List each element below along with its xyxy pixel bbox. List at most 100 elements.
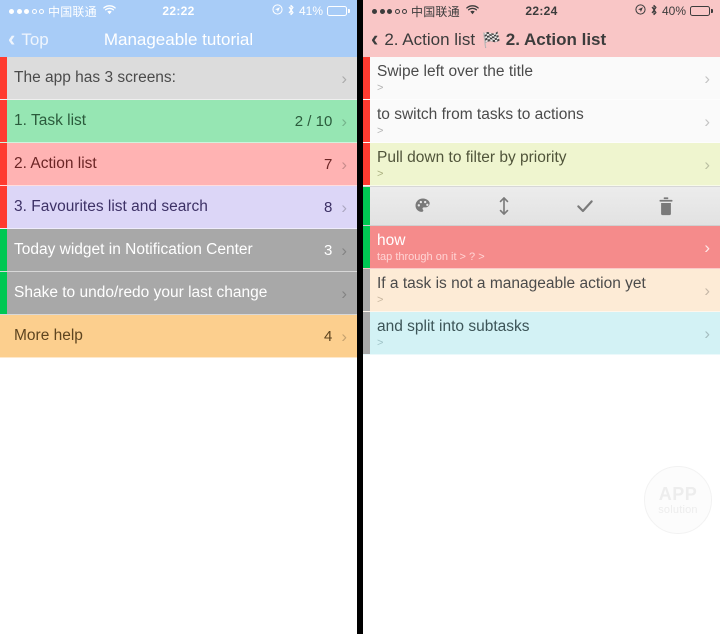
list-item-text: 2. Action list [14, 155, 324, 173]
signal-dot [394, 8, 400, 14]
left-phone-screen: 中国联通 22:22 41% ‹ Top Manageable tutorial… [0, 0, 357, 634]
list-item-text: 1. Task list [14, 112, 295, 130]
chevron-right-icon: › [341, 326, 347, 346]
list-item-accent-stripe [0, 272, 7, 314]
list-item[interactable]: Pull down to filter by priority > › [363, 143, 720, 186]
status-bar: 中国联通 22:24 40% [363, 0, 720, 22]
right-phone-screen: 中国联通 22:24 40% ‹ 2. Action list 🏁 2. Act… [363, 0, 720, 634]
list-item-value: 8 [323, 198, 333, 216]
chevron-right-icon: › [341, 197, 347, 217]
chevron-right-icon: › [704, 68, 710, 88]
reorder-arrows-icon[interactable] [484, 191, 524, 221]
chevron-right-icon: › [341, 283, 347, 303]
action-list-top: Swipe left over the title > › to switch fro… [363, 57, 720, 186]
chevron-right-icon: › [341, 111, 347, 131]
list-item-title: Shake to undo/redo your last change [14, 284, 268, 301]
chevron-right-icon: › [341, 154, 347, 174]
list-item-title: If a task is not a manageable action yet [377, 274, 646, 292]
chevron-right-icon: › [704, 237, 710, 257]
list-item-text: to switch from tasks to actions > [377, 100, 704, 142]
list-item-text: The app has 3 screens: [14, 69, 341, 87]
list-item[interactable]: Swipe left over the title > › [363, 57, 720, 100]
signal-dot [16, 8, 22, 14]
list-item[interactable]: Shake to undo/redo your last change › [0, 272, 357, 315]
list-item-accent-stripe [363, 57, 370, 99]
watermark-title: APP [658, 483, 698, 504]
signal-dot [31, 8, 37, 14]
list-item[interactable]: to switch from tasks to actions > › [363, 100, 720, 143]
list-item-accent-stripe [363, 269, 370, 311]
watermark-subtitle: solution [658, 503, 698, 516]
list-item-text: Swipe left over the title > [377, 57, 704, 99]
back-button[interactable]: ‹ 2. Action list [371, 27, 476, 50]
list-item-subtitle: > [377, 81, 384, 94]
dual-screenshot-container: 中国联通 22:22 41% ‹ Top Manageable tutorial… [0, 0, 720, 634]
list-item-subtitle: > [377, 167, 384, 180]
carrier-label: 中国联通 [411, 4, 460, 19]
list-item-accent-stripe [0, 186, 7, 228]
list-item-title: The app has 3 screens: [14, 69, 176, 86]
signal-dot [39, 8, 44, 14]
signal-dot [402, 8, 407, 14]
location-arrow-icon [272, 4, 283, 18]
list-item-value: 2 / 10 [294, 112, 333, 130]
checkered-flag-icon: 🏁 [482, 31, 501, 49]
tutorial-list: The app has 3 screens: › 1. Task list 2 / 1… [0, 57, 357, 358]
list-item-text: Pull down to filter by priority > [377, 143, 704, 185]
back-button[interactable]: ‹ Top [8, 27, 49, 50]
chevron-right-icon: › [704, 323, 710, 343]
list-item[interactable]: If a task is not a manageable action yet… [363, 269, 720, 312]
list-item-title: Swipe left over the title [377, 62, 533, 80]
list-item[interactable]: 2. Action list 7 › [0, 143, 357, 186]
back-button-label: 2. Action list [384, 29, 476, 49]
list-item-accent-stripe [363, 100, 370, 142]
list-item-title: Pull down to filter by priority [377, 148, 567, 166]
list-item-subtitle: > [377, 336, 384, 349]
list-item[interactable]: 1. Task list 2 / 10 › [0, 100, 357, 143]
list-item-title: More help [14, 327, 83, 344]
list-item-title: Today widget in Notification Center [14, 241, 253, 258]
bluetooth-icon [650, 4, 658, 19]
list-item-title: 3. Favourites list and search [14, 198, 208, 215]
list-item-title: 1. Task list [14, 112, 87, 129]
list-item-value: 7 [323, 155, 333, 173]
page-title-label: 2. Action list [505, 29, 607, 49]
status-bar-right: 41% [272, 4, 350, 19]
wifi-icon [466, 4, 479, 18]
list-item-title: 2. Action list [14, 155, 97, 172]
chevron-right-icon: › [704, 111, 710, 131]
list-item-title: how [377, 231, 406, 249]
list-item[interactable]: and split into subtasks > › [363, 312, 720, 355]
list-item-title: and split into subtasks [377, 317, 530, 335]
status-bar-right: 40% [635, 4, 713, 19]
battery-icon [690, 6, 713, 16]
signal-strength-dots [9, 8, 44, 14]
action-toolbar [363, 186, 720, 226]
list-item[interactable]: 3. Favourites list and search 8 › [0, 186, 357, 229]
navigation-bar: ‹ Top Manageable tutorial [0, 22, 357, 57]
list-item-accent-stripe [0, 315, 7, 357]
list-item[interactable]: Today widget in Notification Center 3 › [0, 229, 357, 272]
palette-icon[interactable] [403, 191, 443, 221]
signal-dot [372, 8, 377, 14]
list-item-subtitle: > [377, 293, 384, 306]
list-item[interactable]: The app has 3 screens: › [0, 57, 357, 100]
back-button-label: Top [21, 29, 49, 49]
list-item[interactable]: More help 4 › [0, 315, 357, 358]
list-item-accent-stripe [363, 143, 370, 185]
list-item-subtitle: > [377, 124, 384, 137]
chevron-right-icon: › [704, 280, 710, 300]
trash-icon[interactable] [646, 191, 686, 221]
battery-percent-label: 40% [661, 4, 686, 18]
location-arrow-icon [635, 4, 646, 18]
list-item-subtitle: tap through on it > ? > [377, 250, 485, 263]
bluetooth-icon [287, 4, 295, 19]
chevron-right-icon: › [341, 240, 347, 260]
page-title: 🏁 2. Action list [482, 30, 606, 50]
list-item[interactable]: how tap through on it > ? > › [363, 226, 720, 269]
check-icon[interactable] [565, 191, 605, 221]
list-item-text: and split into subtasks > [377, 312, 704, 354]
wifi-icon [103, 4, 116, 18]
chevron-right-icon: › [341, 68, 347, 88]
signal-strength-dots [372, 8, 407, 14]
